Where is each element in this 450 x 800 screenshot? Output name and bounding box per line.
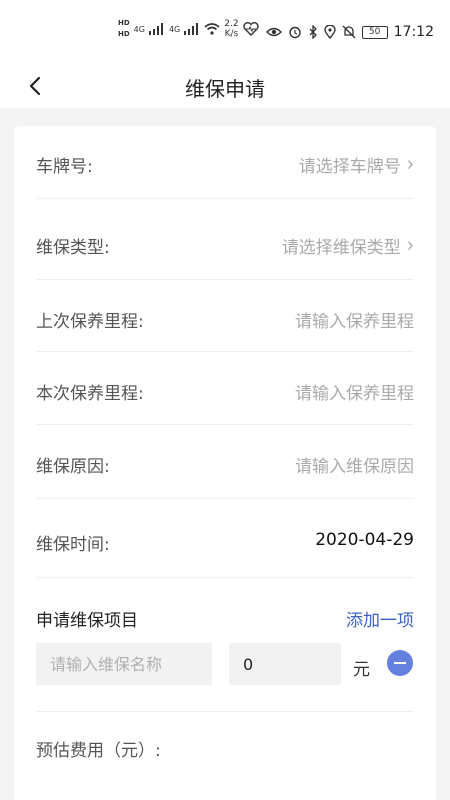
status-right-group: 50 17:12 (265, 24, 434, 40)
page-title: 维保申请 (185, 77, 265, 101)
plate-row[interactable]: 车牌号: 请选择车牌号 › (36, 126, 414, 199)
items-section-title: 申请维保项目 (36, 611, 138, 631)
type-label: 维保类型: (36, 238, 110, 258)
location-icon (323, 25, 336, 39)
chevron-right-icon: › (406, 232, 414, 259)
plate-select[interactable]: 请选择车牌号 › (299, 152, 414, 177)
plate-label: 车牌号: (36, 157, 93, 177)
hd-badge-1: HD (118, 19, 130, 27)
time-value[interactable]: 2020-04-29 (315, 530, 414, 550)
item-amount-input[interactable] (229, 643, 341, 685)
network-speed: 2.2 K/s (224, 19, 238, 39)
network-speed-unit: K/s (224, 29, 239, 39)
add-item-button[interactable]: 添加一项 (346, 606, 414, 631)
minus-icon (394, 662, 406, 664)
hd-badge-2: HD (118, 30, 130, 38)
last-mileage-label: 上次保养里程: (36, 312, 144, 332)
bluetooth-icon (309, 25, 317, 39)
signal-icon-2 (184, 23, 200, 35)
eye-icon (265, 27, 282, 37)
mute-bell-icon (342, 25, 356, 39)
time-label: 维保时间: (36, 535, 110, 555)
network-speed-value: 2.2 (224, 19, 239, 29)
plate-select-text: 请选择车牌号 (298, 157, 401, 177)
reason-row: 维保原因: 请输入维保原因 (36, 426, 414, 499)
wifi-icon (204, 23, 220, 35)
battery-indicator: 50 (361, 25, 388, 39)
battery-level: 50 (368, 26, 381, 37)
nav-bar: 维保申请 (0, 64, 450, 108)
reason-label: 维保原因: (36, 457, 110, 477)
status-bar: HD HD 4G 4G 2.2 K/s 50 17:12 (0, 0, 450, 64)
type-select[interactable]: 请选择维保类型 › (282, 233, 414, 258)
form-card: 车牌号: 请选择车牌号 › 维保类型: 请选择维保类型 › 上次保养里程: 请输… (14, 126, 436, 800)
item-unit-label: 元 (353, 660, 370, 680)
heart-rate-icon (242, 22, 259, 36)
last-mileage-row: 上次保养里程: 请输入保养里程 (36, 281, 414, 352)
hd-badges: HD HD (118, 18, 130, 40)
chevron-right-icon: › (406, 151, 414, 178)
item-name-input[interactable] (36, 643, 212, 685)
status-left-group: HD HD 4G 4G 2.2 K/s (118, 18, 259, 40)
signal-icon (148, 23, 165, 35)
type-row[interactable]: 维保类型: 请选择维保类型 › (36, 200, 414, 280)
current-mileage-label: 本次保养里程: (36, 384, 144, 404)
reason-input[interactable]: 请输入维保原因 (295, 452, 414, 477)
current-mileage-input[interactable]: 请输入保养里程 (295, 379, 414, 404)
current-mileage-row: 本次保养里程: 请输入保养里程 (36, 353, 414, 425)
clock: 17:12 (393, 24, 434, 40)
divider (36, 711, 414, 712)
type-select-text: 请选择维保类型 (281, 238, 401, 258)
network-label-1: 4G (133, 24, 145, 34)
network-label-2: 4G (168, 24, 181, 34)
time-row[interactable]: 维保时间: 2020-04-29 (36, 500, 414, 578)
alarm-icon (288, 26, 301, 39)
estimated-fee-label: 预估费用（元）: (36, 741, 161, 761)
remove-item-button[interactable] (387, 650, 413, 676)
last-mileage-input[interactable]: 请输入保养里程 (295, 307, 414, 332)
